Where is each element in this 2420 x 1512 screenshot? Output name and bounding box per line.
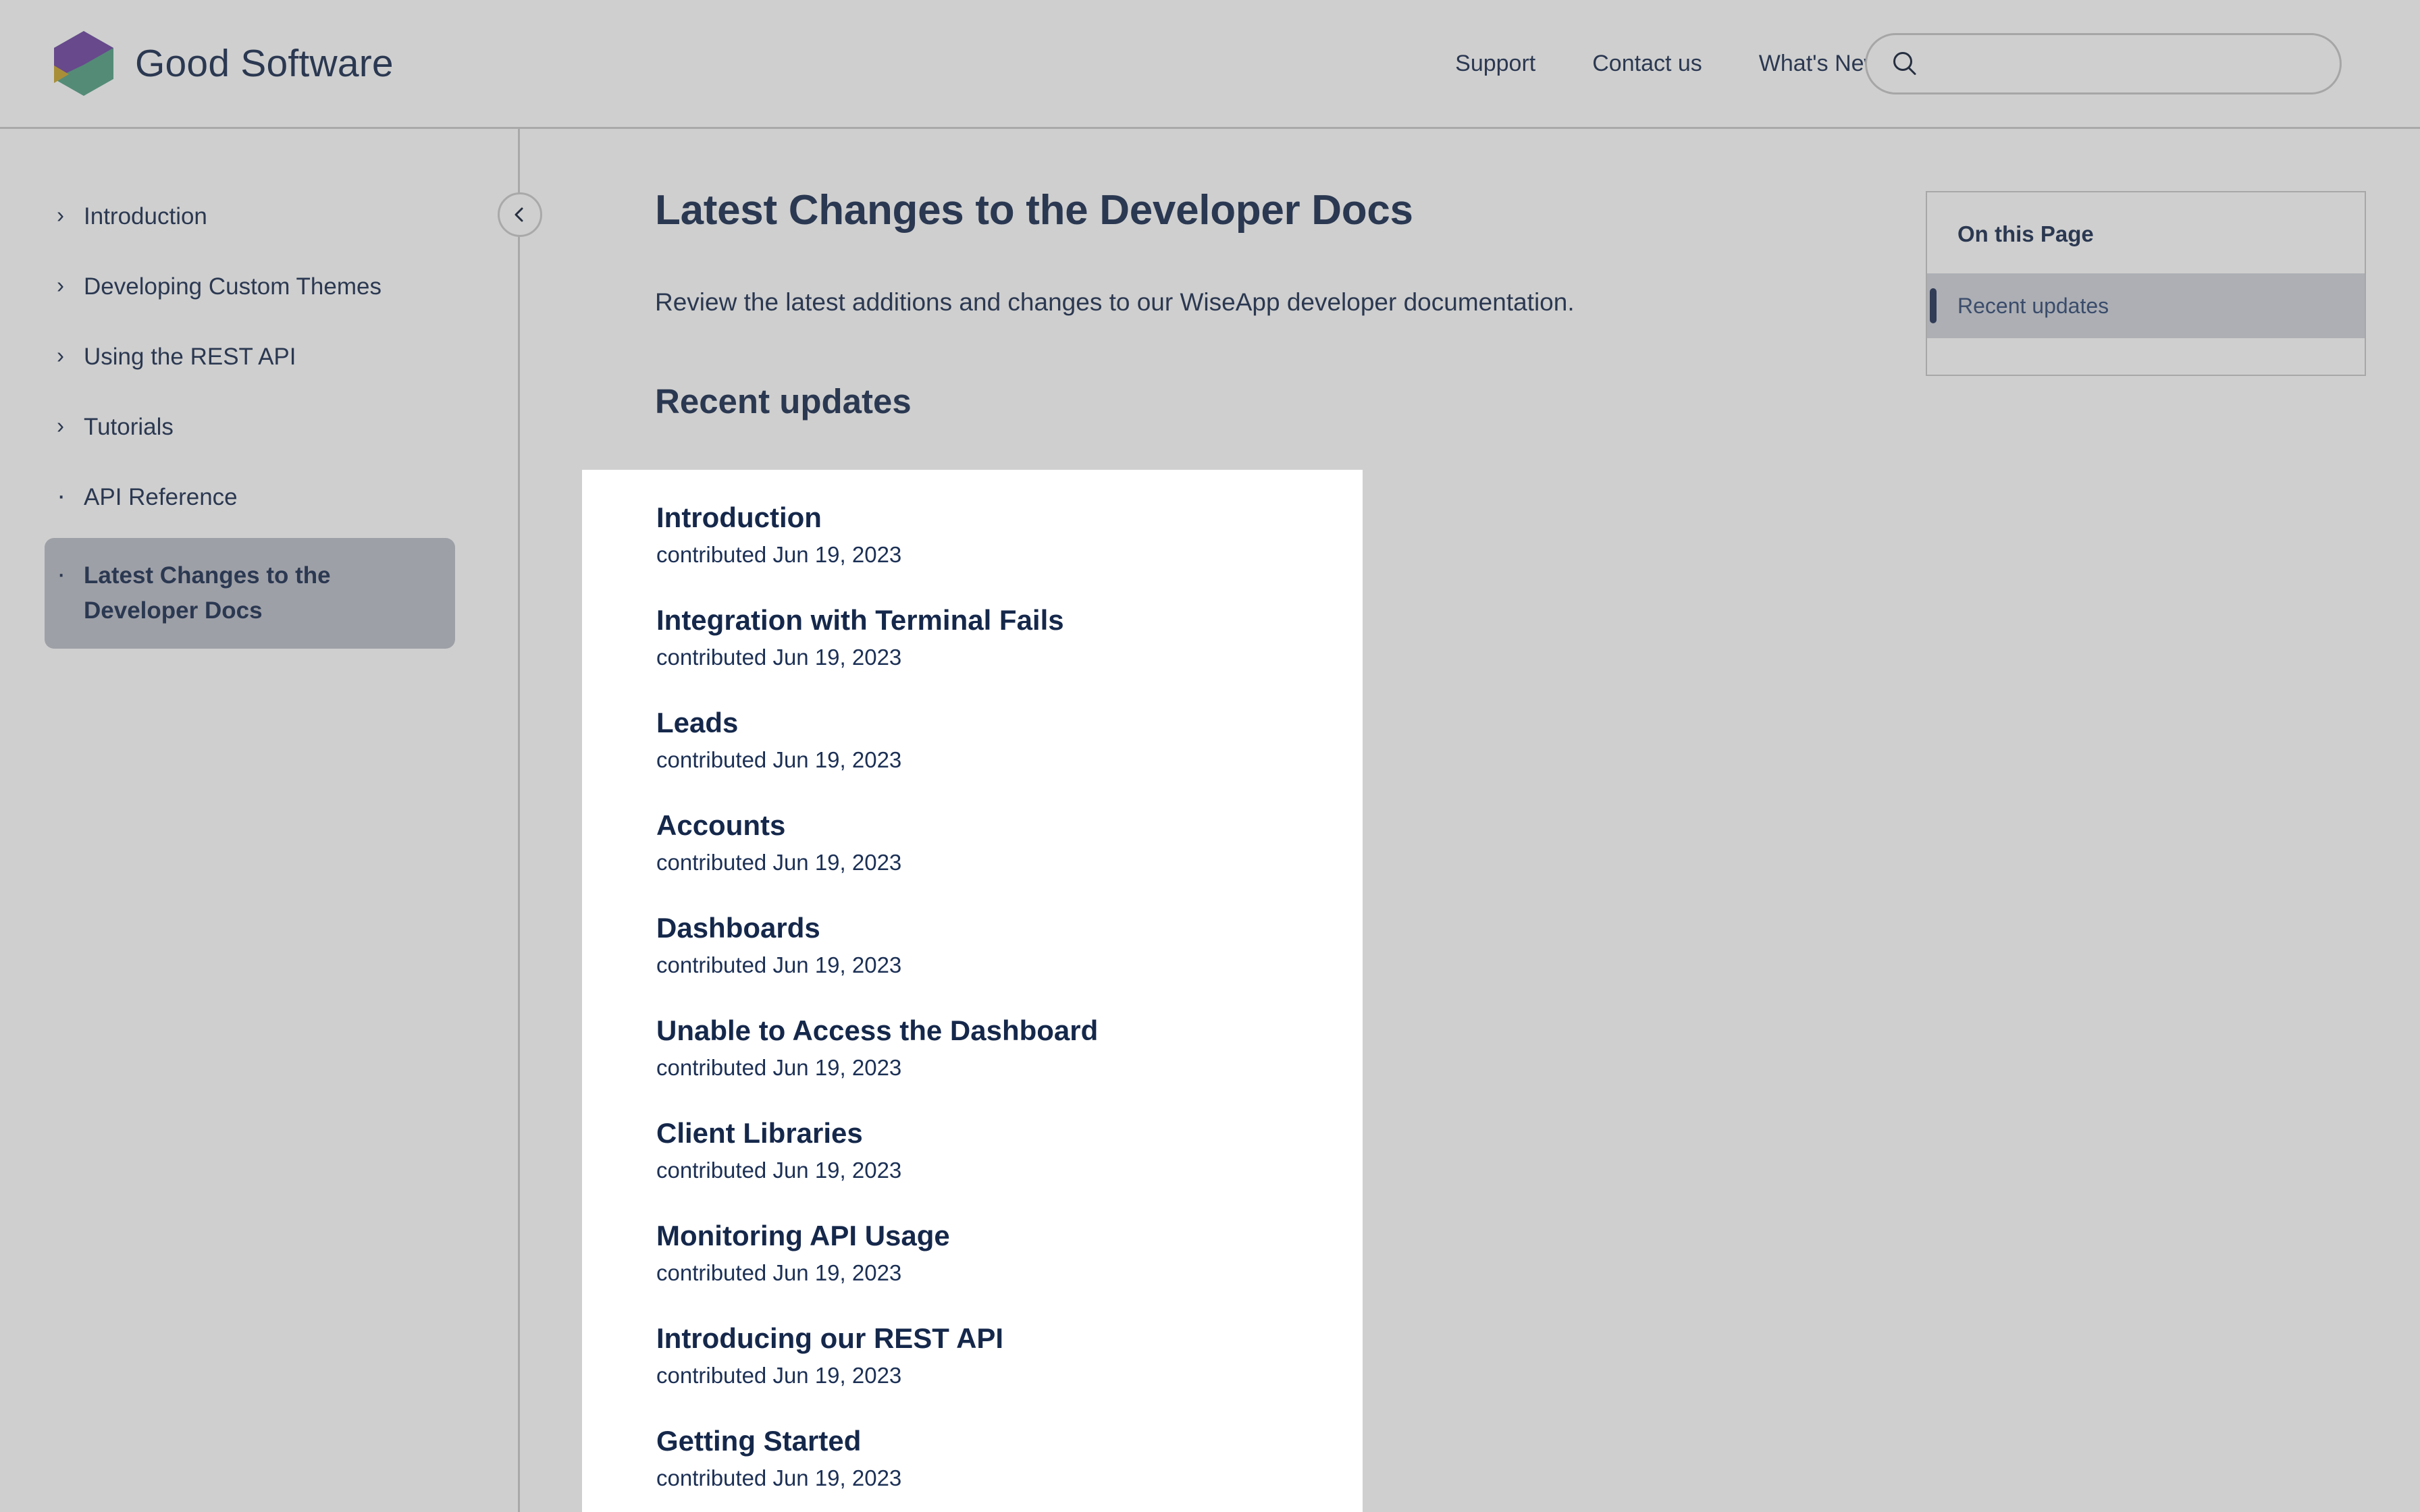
app-root: Good Software Support Contact us What's … [0,0,2420,1512]
update-meta: contributed Jun 19, 2023 [656,1158,902,1183]
update-entry: Getting Started contributed Jun 19, 2023 [656,1423,1363,1493]
update-entry: Introduction contributed Jun 19, 2023 [656,500,1363,570]
update-title[interactable]: Monitoring API Usage [656,1218,1363,1254]
update-title[interactable]: Integration with Terminal Fails [656,602,1363,639]
update-entry: Dashboards contributed Jun 19, 2023 [656,910,1363,980]
update-title[interactable]: Unable to Access the Dashboard [656,1013,1363,1049]
update-entry: Unable to Access the Dashboard contribut… [656,1013,1363,1083]
update-meta: contributed Jun 19, 2023 [656,1465,902,1490]
update-entry: Accounts contributed Jun 19, 2023 [656,807,1363,878]
update-title[interactable]: Leads [656,705,1363,741]
update-meta: contributed Jun 19, 2023 [656,1260,902,1285]
update-meta: contributed Jun 19, 2023 [656,747,902,772]
update-meta: contributed Jun 19, 2023 [656,1363,902,1388]
update-meta: contributed Jun 19, 2023 [656,850,902,875]
update-title[interactable]: Accounts [656,807,1363,844]
update-meta: contributed Jun 19, 2023 [656,645,902,670]
update-title[interactable]: Dashboards [656,910,1363,946]
update-entry: Client Libraries contributed Jun 19, 202… [656,1115,1363,1185]
update-entry: Monitoring API Usage contributed Jun 19,… [656,1218,1363,1288]
update-title[interactable]: Introducing our REST API [656,1320,1363,1357]
update-title[interactable]: Client Libraries [656,1115,1363,1152]
update-title[interactable]: Introduction [656,500,1363,536]
update-meta: contributed Jun 19, 2023 [656,952,902,977]
update-meta: contributed Jun 19, 2023 [656,1055,902,1080]
update-meta: contributed Jun 19, 2023 [656,542,902,567]
recent-updates-card: Introduction contributed Jun 19, 2023 In… [582,470,1363,1512]
update-entry: Integration with Terminal Fails contribu… [656,602,1363,672]
update-entry: Introducing our REST API contributed Jun… [656,1320,1363,1390]
update-title[interactable]: Getting Started [656,1423,1363,1459]
update-entry: Leads contributed Jun 19, 2023 [656,705,1363,775]
